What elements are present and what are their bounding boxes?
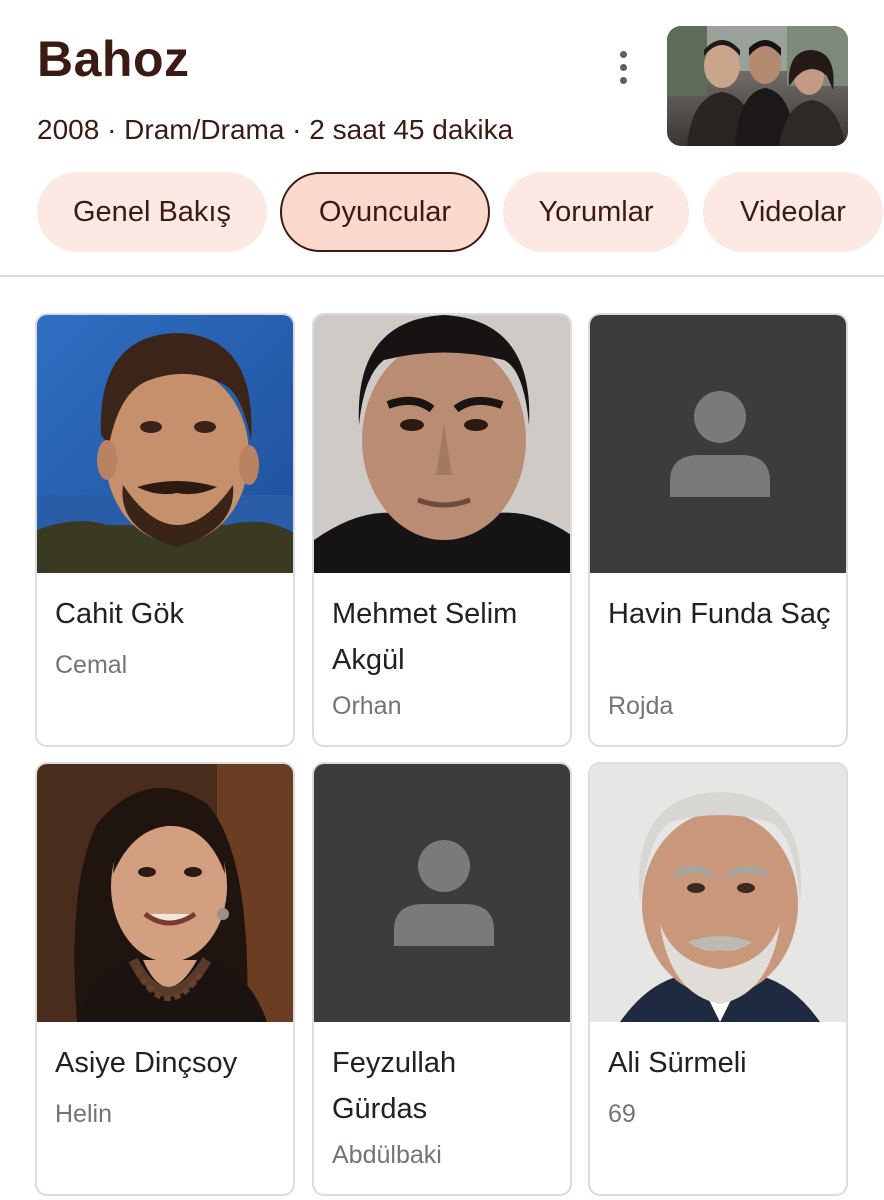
actor-name: Ali Sürmeli bbox=[608, 1047, 747, 1079]
actor-name: Cahit Gök bbox=[55, 598, 184, 630]
actor-photo bbox=[37, 315, 293, 573]
actor-name: Mehmet Selim Akgül bbox=[332, 598, 518, 676]
cast-card[interactable]: Mehmet Selim Akgül Orhan bbox=[312, 313, 572, 747]
movie-meta: 2008 · Dram/Drama · 2 saat 45 dakika bbox=[37, 114, 514, 145]
character-name: Abdülbaki bbox=[332, 1141, 442, 1169]
actor-photo bbox=[590, 764, 846, 1022]
cast-card[interactable]: Cahit Gök Cemal bbox=[35, 313, 295, 747]
more-options-icon[interactable] bbox=[604, 44, 642, 90]
placeholder-person-icon bbox=[590, 315, 846, 573]
tab-reviews[interactable]: Yorumlar bbox=[503, 172, 689, 252]
character-name: Cemal bbox=[55, 651, 128, 679]
actor-name: Feyzullah Gürdas bbox=[332, 1047, 457, 1125]
actor-photo bbox=[314, 315, 570, 573]
character-name: 69 bbox=[608, 1100, 636, 1128]
cast-card[interactable]: Ali Sürmeli 69 bbox=[588, 762, 848, 1196]
tab-bar: Genel Bakış Oyuncular Yorumlar Videolar bbox=[37, 172, 884, 254]
actor-name: Asiye Dinçsoy bbox=[55, 1047, 238, 1079]
actor-name: Havin Funda Saç bbox=[608, 598, 831, 630]
movie-thumbnail[interactable] bbox=[667, 26, 848, 146]
tab-cast[interactable]: Oyuncular bbox=[280, 172, 490, 252]
character-name: Rojda bbox=[608, 692, 674, 720]
actor-photo bbox=[37, 764, 293, 1022]
cast-card[interactable]: Feyzullah Gürdas Abdülbaki bbox=[312, 762, 572, 1196]
character-name: Helin bbox=[55, 1100, 112, 1128]
tab-overview[interactable]: Genel Bakış bbox=[37, 172, 267, 252]
character-name: Orhan bbox=[332, 692, 402, 720]
cast-card[interactable]: Havin Funda Saç Rojda bbox=[588, 313, 848, 747]
tab-videos[interactable]: Videolar bbox=[703, 172, 883, 252]
cast-card[interactable]: Asiye Dinçsoy Helin bbox=[35, 762, 295, 1196]
divider bbox=[0, 275, 884, 277]
knowledge-panel: Bahoz 2008 · Dram/Drama · 2 saat 45 daki… bbox=[0, 0, 884, 1200]
page-title: Bahoz bbox=[37, 31, 190, 87]
placeholder-person-icon bbox=[314, 764, 570, 1022]
